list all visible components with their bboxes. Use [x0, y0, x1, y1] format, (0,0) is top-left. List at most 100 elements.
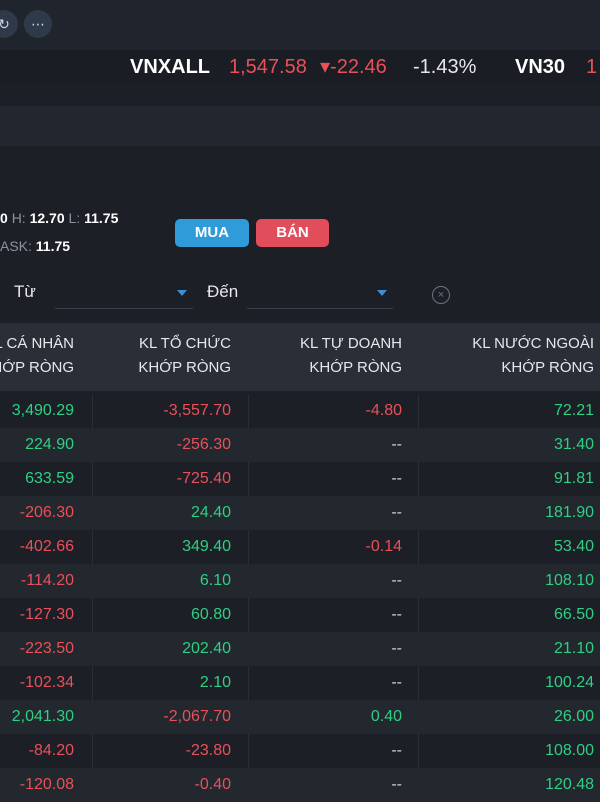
- cell-individual-net: -102.34: [19, 674, 74, 691]
- high-value: 12.70: [29, 210, 65, 226]
- index-percent: -1.43%: [413, 56, 477, 78]
- cell-foreign-net: 181.90: [545, 504, 594, 521]
- cell-institution-net: 2.10: [199, 674, 231, 691]
- cell-institution-net: 24.40: [190, 504, 231, 521]
- header-foreign-line2: KHỚP RÒNG: [501, 359, 594, 376]
- table-row[interactable]: -84.20 -23.80 -- 108.00: [0, 734, 600, 768]
- cell-individual-net: -84.20: [28, 742, 74, 759]
- table-row[interactable]: 224.90 -256.30 -- 31.40: [0, 428, 600, 462]
- cell-institution-net: 60.80: [190, 606, 231, 623]
- cell-foreign-net: 100.24: [545, 674, 594, 691]
- cell-foreign-net: 108.00: [545, 742, 594, 759]
- cell-foreign-net: 91.81: [553, 470, 594, 487]
- cell-individual-net: -402.66: [19, 538, 74, 555]
- table-row[interactable]: 3,490.29 -3,557.70 -4.80 72.21: [0, 394, 600, 428]
- cell-proprietary-net: 0.40: [370, 708, 402, 725]
- table-row[interactable]: -120.08 -0.40 -- 120.48: [0, 768, 600, 802]
- header-institution-line1: KL TỔ CHỨC: [139, 335, 231, 352]
- sell-button[interactable]: BÁN: [256, 219, 329, 247]
- table-row[interactable]: -114.20 6.10 -- 108.10: [0, 564, 600, 598]
- table-row[interactable]: 2,041.30 -2,067.70 0.40 26.00: [0, 700, 600, 734]
- header-individual-line2: HỚP RÒNG: [0, 359, 74, 376]
- index-name-2[interactable]: VN30: [515, 50, 565, 84]
- header-foreign-line1: KL NƯỚC NGOÀI: [472, 335, 594, 352]
- header-proprietary[interactable]: KL TỰ DOANH KHỚP RÒNG: [300, 323, 402, 391]
- cell-foreign-net: 53.40: [553, 538, 594, 555]
- table-row[interactable]: -102.34 2.10 -- 100.24: [0, 666, 600, 700]
- cell-foreign-net: 66.50: [553, 606, 594, 623]
- cell-proprietary-net: --: [391, 674, 402, 691]
- low-label: L:: [68, 210, 81, 226]
- cell-proprietary-net: --: [391, 606, 402, 623]
- cell-proprietary-net: --: [391, 504, 402, 521]
- header-individual-line1: L CÁ NHÂN: [0, 335, 74, 352]
- cell-individual-net: -114.20: [20, 572, 74, 589]
- header-proprietary-line2: KHỚP RÒNG: [309, 359, 402, 376]
- cell-individual-net: -120.08: [19, 776, 74, 793]
- header-institution[interactable]: KL TỔ CHỨC KHỚP RÒNG: [138, 323, 231, 391]
- quote-prefix: 0: [0, 210, 8, 226]
- top-toolbar: ↻ ⋯: [0, 0, 600, 50]
- cell-foreign-net: 26.00: [553, 708, 594, 725]
- table-row[interactable]: -127.30 60.80 -- 66.50: [0, 598, 600, 632]
- cell-individual-net: 3,490.29: [11, 402, 74, 419]
- header-institution-line2: KHỚP RÒNG: [138, 359, 231, 376]
- index-name[interactable]: VNXALL: [130, 50, 210, 84]
- cell-foreign-net: 120.48: [545, 776, 594, 793]
- section-header-band: [0, 106, 600, 146]
- cell-foreign-net: 108.10: [545, 572, 594, 589]
- cell-institution-net: -3,557.70: [163, 402, 231, 419]
- ask-label: ASK:: [0, 238, 32, 254]
- index-value: 1,547.58: [229, 56, 307, 78]
- cell-individual-net: 2,041.30: [11, 708, 74, 725]
- table-row[interactable]: -206.30 24.40 -- 181.90: [0, 496, 600, 530]
- cell-institution-net: 202.40: [182, 640, 231, 657]
- cell-individual-net: 224.90: [25, 436, 74, 453]
- ask-value: 11.75: [35, 238, 71, 254]
- cell-individual-net: -127.30: [19, 606, 74, 623]
- cell-proprietary-net: -4.80: [365, 402, 402, 419]
- index-change: ▾-22.46: [320, 56, 387, 78]
- clear-filter-icon[interactable]: ×: [432, 286, 450, 304]
- header-foreign[interactable]: KL NƯỚC NGOÀI KHỚP RÒNG: [472, 323, 594, 391]
- cell-institution-net: -2,067.70: [163, 708, 231, 725]
- to-date-select[interactable]: [247, 280, 393, 309]
- buy-button[interactable]: MUA: [175, 219, 249, 247]
- cell-proprietary-net: --: [391, 470, 402, 487]
- table-header: L CÁ NHÂN HỚP RÒNG KL TỔ CHỨC KHỚP RÒNG …: [0, 323, 600, 391]
- cell-proprietary-net: --: [391, 776, 402, 793]
- header-proprietary-line1: KL TỰ DOANH: [300, 335, 402, 352]
- table-row[interactable]: -402.66 349.40 -0.14 53.40: [0, 530, 600, 564]
- cell-foreign-net: 72.21: [553, 402, 594, 419]
- cell-institution-net: -0.40: [194, 776, 231, 793]
- chevron-down-icon: [377, 290, 387, 296]
- cell-proprietary-net: -0.14: [365, 538, 402, 555]
- from-label: Từ: [14, 282, 36, 301]
- to-label: Đến: [207, 282, 239, 301]
- low-value: 11.75: [84, 210, 119, 226]
- index-ticker: VNXALL 1,547.58 ▾-22.46 -1.43% VN30 1: [0, 50, 600, 84]
- table-row[interactable]: -223.50 202.40 -- 21.10: [0, 632, 600, 666]
- high-label: H:: [11, 210, 26, 226]
- table-row[interactable]: 633.59 -725.40 -- 91.81: [0, 462, 600, 496]
- cell-proprietary-net: --: [391, 640, 402, 657]
- more-options-button[interactable]: ⋯: [24, 10, 52, 38]
- ask-line: ASK: 11.75: [0, 238, 70, 254]
- spacer-band: [0, 84, 600, 106]
- high-low-line: 0 H: 12.70 L: 11.75: [0, 210, 118, 226]
- refresh-icon[interactable]: ↻: [0, 10, 18, 38]
- cell-proprietary-net: --: [391, 572, 402, 589]
- header-individual[interactable]: L CÁ NHÂN HỚP RÒNG: [0, 323, 74, 391]
- cell-proprietary-net: --: [391, 742, 402, 759]
- cell-foreign-net: 31.40: [553, 436, 594, 453]
- chevron-down-icon: [177, 290, 187, 296]
- index-value-2: 1: [586, 56, 598, 78]
- cell-proprietary-net: --: [391, 436, 402, 453]
- cell-individual-net: -223.50: [19, 640, 74, 657]
- cell-institution-net: -256.30: [176, 436, 231, 453]
- cell-individual-net: 633.59: [25, 470, 74, 487]
- cell-institution-net: -725.40: [176, 470, 231, 487]
- from-date-select[interactable]: [55, 280, 193, 309]
- cell-institution-net: -23.80: [185, 742, 231, 759]
- cell-institution-net: 6.10: [199, 572, 231, 589]
